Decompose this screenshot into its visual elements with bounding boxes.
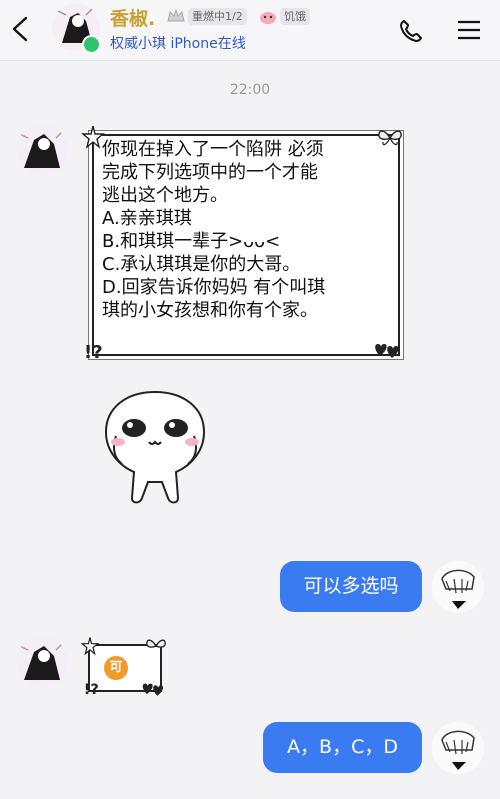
my-avatar[interactable] (432, 722, 484, 774)
online-status-dot (82, 35, 101, 54)
svg-text:!?: !? (84, 681, 99, 698)
butterfly-decoration-icon (146, 639, 166, 648)
my-avatar-image (432, 561, 484, 613)
message-timestamp: 22:00 (229, 82, 271, 98)
hearts-decoration-icon (142, 683, 164, 696)
message-line: 逃出这个地方。 (102, 185, 228, 206)
cute-blob-sticker[interactable] (100, 386, 210, 516)
phone-icon[interactable] (398, 18, 424, 44)
back-chevron-icon[interactable] (8, 14, 34, 44)
reply-badge: 可 (104, 656, 128, 680)
exclamation-question-decoration-icon: !? (84, 681, 99, 698)
framed-message-text: 你现在掉入了一个陷阱 必须 完成下列选项中的一个才能 逃出这个地方。 A.亲亲琪… (102, 138, 390, 322)
contact-avatar-message[interactable] (16, 124, 68, 176)
contact-name[interactable]: 香椒. (110, 4, 155, 31)
my-avatar-image (432, 722, 484, 774)
outgoing-message-bubble[interactable]: A，B，C，D (263, 722, 422, 773)
message-line: C.承认琪琪是你的大哥。 (102, 254, 301, 275)
chat-header: 香椒. 重燃中1/2 饥饿 权威小琪 iPhone在线 (0, 0, 500, 61)
star-decoration-icon (80, 637, 100, 656)
message-line: D.回家告诉你妈妈 有个叫琪 (102, 277, 326, 298)
message-line: 你现在掉入了一个陷阱 必须 (102, 139, 324, 160)
hearts-decoration-icon (375, 344, 399, 358)
contact-avatar-image (16, 636, 68, 688)
chat-screen: 香椒. 重燃中1/2 饥饿 权威小琪 iPhone在线 22:00 !? 你现在… (0, 0, 500, 799)
contact-avatar-message[interactable] (16, 636, 68, 688)
message-line: 琪的小女孩想和你有个家。 (102, 300, 318, 321)
exclamation-question-decoration-icon: !? (84, 342, 103, 362)
outgoing-message-bubble[interactable]: 可以多选吗 (280, 561, 422, 612)
rank-badge: 重燃中1/2 (188, 8, 247, 25)
mood-label: 饥饿 (280, 8, 310, 25)
my-avatar[interactable] (432, 561, 484, 613)
crown-icon (167, 8, 185, 22)
framed-message-bubble[interactable]: !? 你现在掉入了一个陷阱 必须 完成下列选项中的一个才能 逃出这个地方。 A.… (80, 124, 410, 364)
message-line: A.亲亲琪琪 (102, 208, 192, 229)
online-status-text: 权威小琪 iPhone在线 (110, 36, 246, 52)
message-line: 完成下列选项中的一个才能 (102, 162, 318, 183)
message-line: B.和琪琪一辈子>ᴗᴗ< (102, 231, 281, 252)
menu-icon[interactable] (456, 18, 482, 42)
contact-avatar-image (16, 124, 68, 176)
svg-text:!?: !? (84, 342, 103, 362)
mood-icon (260, 12, 276, 24)
